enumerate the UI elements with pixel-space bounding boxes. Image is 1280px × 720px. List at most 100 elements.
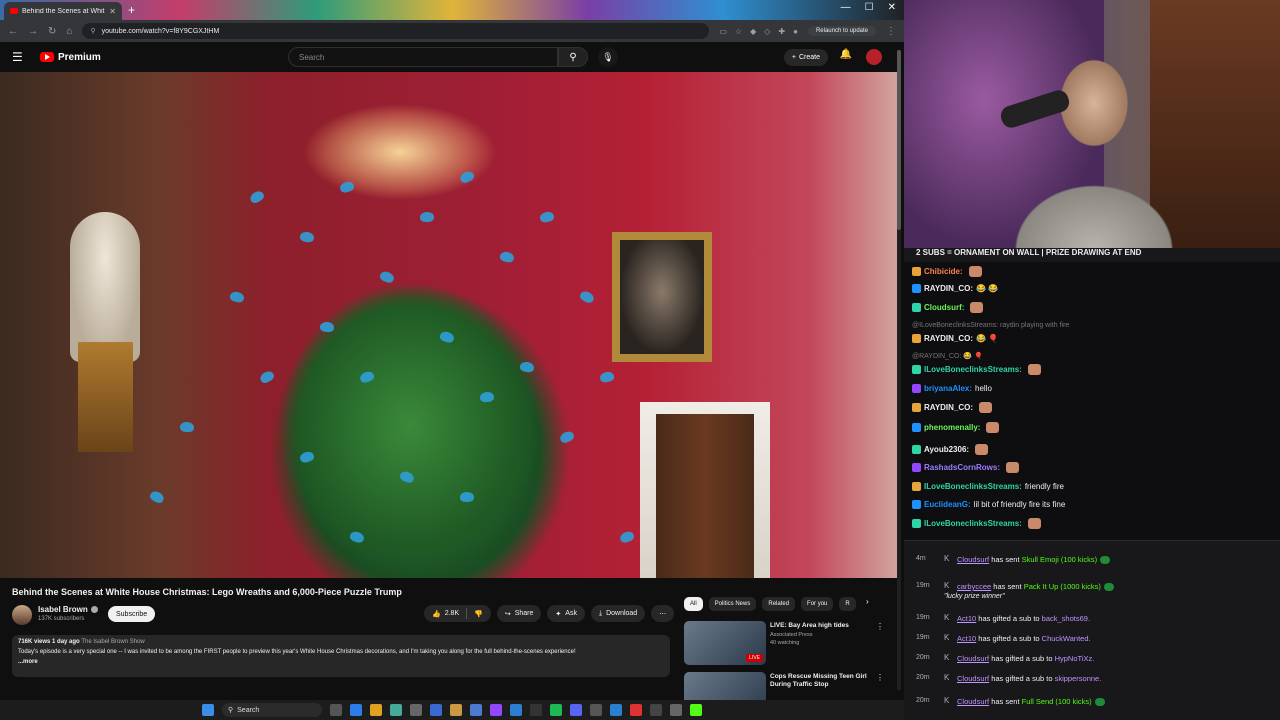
chip-for-you[interactable]: For you — [801, 597, 834, 611]
more-actions-button[interactable]: ⋯ — [651, 605, 675, 622]
share-button[interactable]: ↪ Share — [496, 605, 542, 622]
extension-icon[interactable]: ◇ — [764, 27, 770, 36]
like-count[interactable]: 2.8K — [445, 610, 459, 617]
app-icon[interactable] — [390, 704, 402, 716]
account-avatar[interactable] — [866, 49, 882, 65]
cast-icon[interactable]: ▭ — [719, 27, 727, 36]
chat-username[interactable]: Cloudsurf: — [924, 303, 964, 312]
kick-icon[interactable] — [690, 704, 702, 716]
app-icon[interactable] — [670, 704, 682, 716]
menu-icon[interactable]: ☰ — [12, 50, 32, 64]
more-link[interactable]: ...more — [18, 659, 664, 665]
extension-icon[interactable]: ◆ — [750, 27, 756, 36]
channel-name[interactable]: Isabel Brown — [38, 605, 98, 614]
app-icon[interactable] — [610, 704, 622, 716]
dislike-icon[interactable]: 👎 — [474, 610, 483, 618]
event-user[interactable]: Cloudsurf — [957, 555, 989, 564]
sparkle-icon: ✦ — [555, 610, 562, 618]
recommendation-title[interactable]: LIVE: Bay Area high tides — [770, 622, 876, 630]
voice-search-button[interactable]: 🎙 — [598, 47, 618, 67]
app-icon[interactable] — [630, 704, 642, 716]
home-icon[interactable]: ⌂ — [66, 26, 72, 37]
event-user[interactable]: Cloudsurf — [957, 654, 989, 663]
spotify-icon[interactable] — [550, 704, 562, 716]
chat-username[interactable]: RAYDIN_CO: — [924, 334, 973, 343]
discord-icon[interactable] — [570, 704, 582, 716]
task-view-icon[interactable] — [330, 704, 342, 716]
app-icon[interactable] — [590, 704, 602, 716]
event-user[interactable]: Act10 — [957, 614, 976, 623]
close-window-icon[interactable]: ✕ — [888, 2, 896, 13]
search-input[interactable]: Search — [288, 47, 558, 67]
minimize-icon[interactable]: — — [841, 2, 851, 13]
back-icon[interactable]: ← — [8, 26, 18, 37]
page-scrollbar[interactable] — [897, 50, 901, 690]
chat-username[interactable]: RAYDIN_CO: — [924, 403, 973, 412]
chat-username[interactable]: RashadsCornRows: — [924, 463, 1000, 472]
chip-related[interactable]: Related — [762, 597, 796, 611]
chat-username[interactable]: phenomenally: — [924, 423, 980, 432]
extensions-puzzle-icon[interactable]: ✚ — [778, 27, 785, 36]
recommendation-item[interactable]: LIVE LIVE: Bay Area high tides Associate… — [684, 621, 894, 665]
chevron-right-icon[interactable]: › — [866, 597, 869, 606]
file-explorer-icon[interactable] — [450, 704, 462, 716]
chat-username[interactable]: RAYDIN_CO: — [924, 284, 973, 293]
ask-button[interactable]: ✦ Ask — [547, 605, 585, 622]
video-player[interactable] — [0, 72, 900, 578]
app-icon[interactable] — [430, 704, 442, 716]
recommendation-item[interactable]: Cops Rescue Missing Teen Girl During Tra… — [684, 672, 894, 700]
event-user[interactable]: Cloudsurf — [957, 674, 989, 683]
subscribe-button[interactable]: Subscribe — [108, 606, 156, 622]
create-button[interactable]: + Create — [783, 49, 828, 66]
windows-start-icon[interactable] — [202, 704, 214, 716]
app-icon[interactable] — [510, 704, 522, 716]
chat-username[interactable]: Chibicide: — [924, 267, 963, 276]
search-button[interactable]: ⚲ — [558, 47, 588, 67]
browser-tab[interactable]: Behind the Scenes at Whit ✕ — [4, 2, 122, 20]
profile-icon[interactable]: ● — [793, 27, 798, 36]
chat-username[interactable]: ILoveBoneclinksStreams: — [924, 482, 1022, 491]
taskbar-search[interactable]: ⚲ Search — [222, 703, 322, 717]
chip-more[interactable]: R — [839, 597, 856, 611]
new-tab-button[interactable]: + — [128, 3, 135, 17]
chip-politics-news[interactable]: Politics News — [708, 597, 757, 611]
event-user[interactable]: carbyccee — [957, 582, 991, 591]
bookmark-star-icon[interactable]: ☆ — [735, 27, 742, 36]
show-link[interactable]: The Isabel Brown Show — [81, 639, 144, 645]
more-vertical-icon[interactable]: ⋮ — [876, 673, 884, 682]
edge-icon[interactable] — [350, 704, 362, 716]
video-thumbnail[interactable]: LIVE — [684, 621, 766, 665]
chat-username[interactable]: Ayoub2306: — [924, 445, 969, 454]
chip-all[interactable]: All — [684, 597, 703, 611]
browser-menu-icon[interactable]: ⋮ — [886, 26, 896, 37]
close-tab-icon[interactable]: ✕ — [109, 7, 116, 16]
kicks-icon — [1103, 583, 1114, 592]
download-button[interactable]: ⤓ Download — [590, 605, 646, 622]
reload-icon[interactable]: ↻ — [48, 26, 56, 37]
channel-avatar[interactable] — [12, 605, 32, 625]
url-field[interactable]: ⚲ youtube.com/watch?v=f8Y9CGXJtHM — [82, 23, 710, 39]
chrome-icon[interactable] — [370, 704, 382, 716]
app-icon[interactable] — [410, 704, 422, 716]
maximize-icon[interactable]: ☐ — [865, 2, 874, 13]
app-icon[interactable] — [470, 704, 482, 716]
chat-username[interactable]: briyanaAlex: — [924, 384, 972, 393]
description-box[interactable]: 716K views 1 day ago The Isabel Brown Sh… — [12, 635, 670, 677]
chat-username[interactable]: ILoveBoneclinksStreams: — [924, 519, 1022, 528]
chat-username[interactable]: ILoveBoneclinksStreams: — [924, 365, 1022, 374]
notifications-bell-icon[interactable]: 🔔 — [840, 49, 852, 60]
like-icon[interactable]: 👍 — [432, 610, 441, 618]
event-user[interactable]: Act10 — [957, 634, 976, 643]
app-icon[interactable] — [650, 704, 662, 716]
relaunch-button[interactable]: Relaunch to update — [807, 26, 876, 36]
youtube-logo[interactable]: Premium — [40, 52, 101, 63]
recommendation-title[interactable]: Cops Rescue Missing Teen Girl During Tra… — [770, 673, 876, 689]
video-thumbnail[interactable] — [684, 672, 766, 700]
site-info-icon[interactable]: ⚲ — [90, 27, 95, 35]
chat-username[interactable]: EuclideanG: — [924, 500, 971, 509]
app-icon[interactable] — [530, 704, 542, 716]
event-user[interactable]: Cloudsurf — [957, 697, 989, 706]
twitch-icon[interactable] — [490, 704, 502, 716]
more-vertical-icon[interactable]: ⋮ — [876, 622, 884, 631]
forward-icon[interactable]: → — [28, 26, 38, 37]
